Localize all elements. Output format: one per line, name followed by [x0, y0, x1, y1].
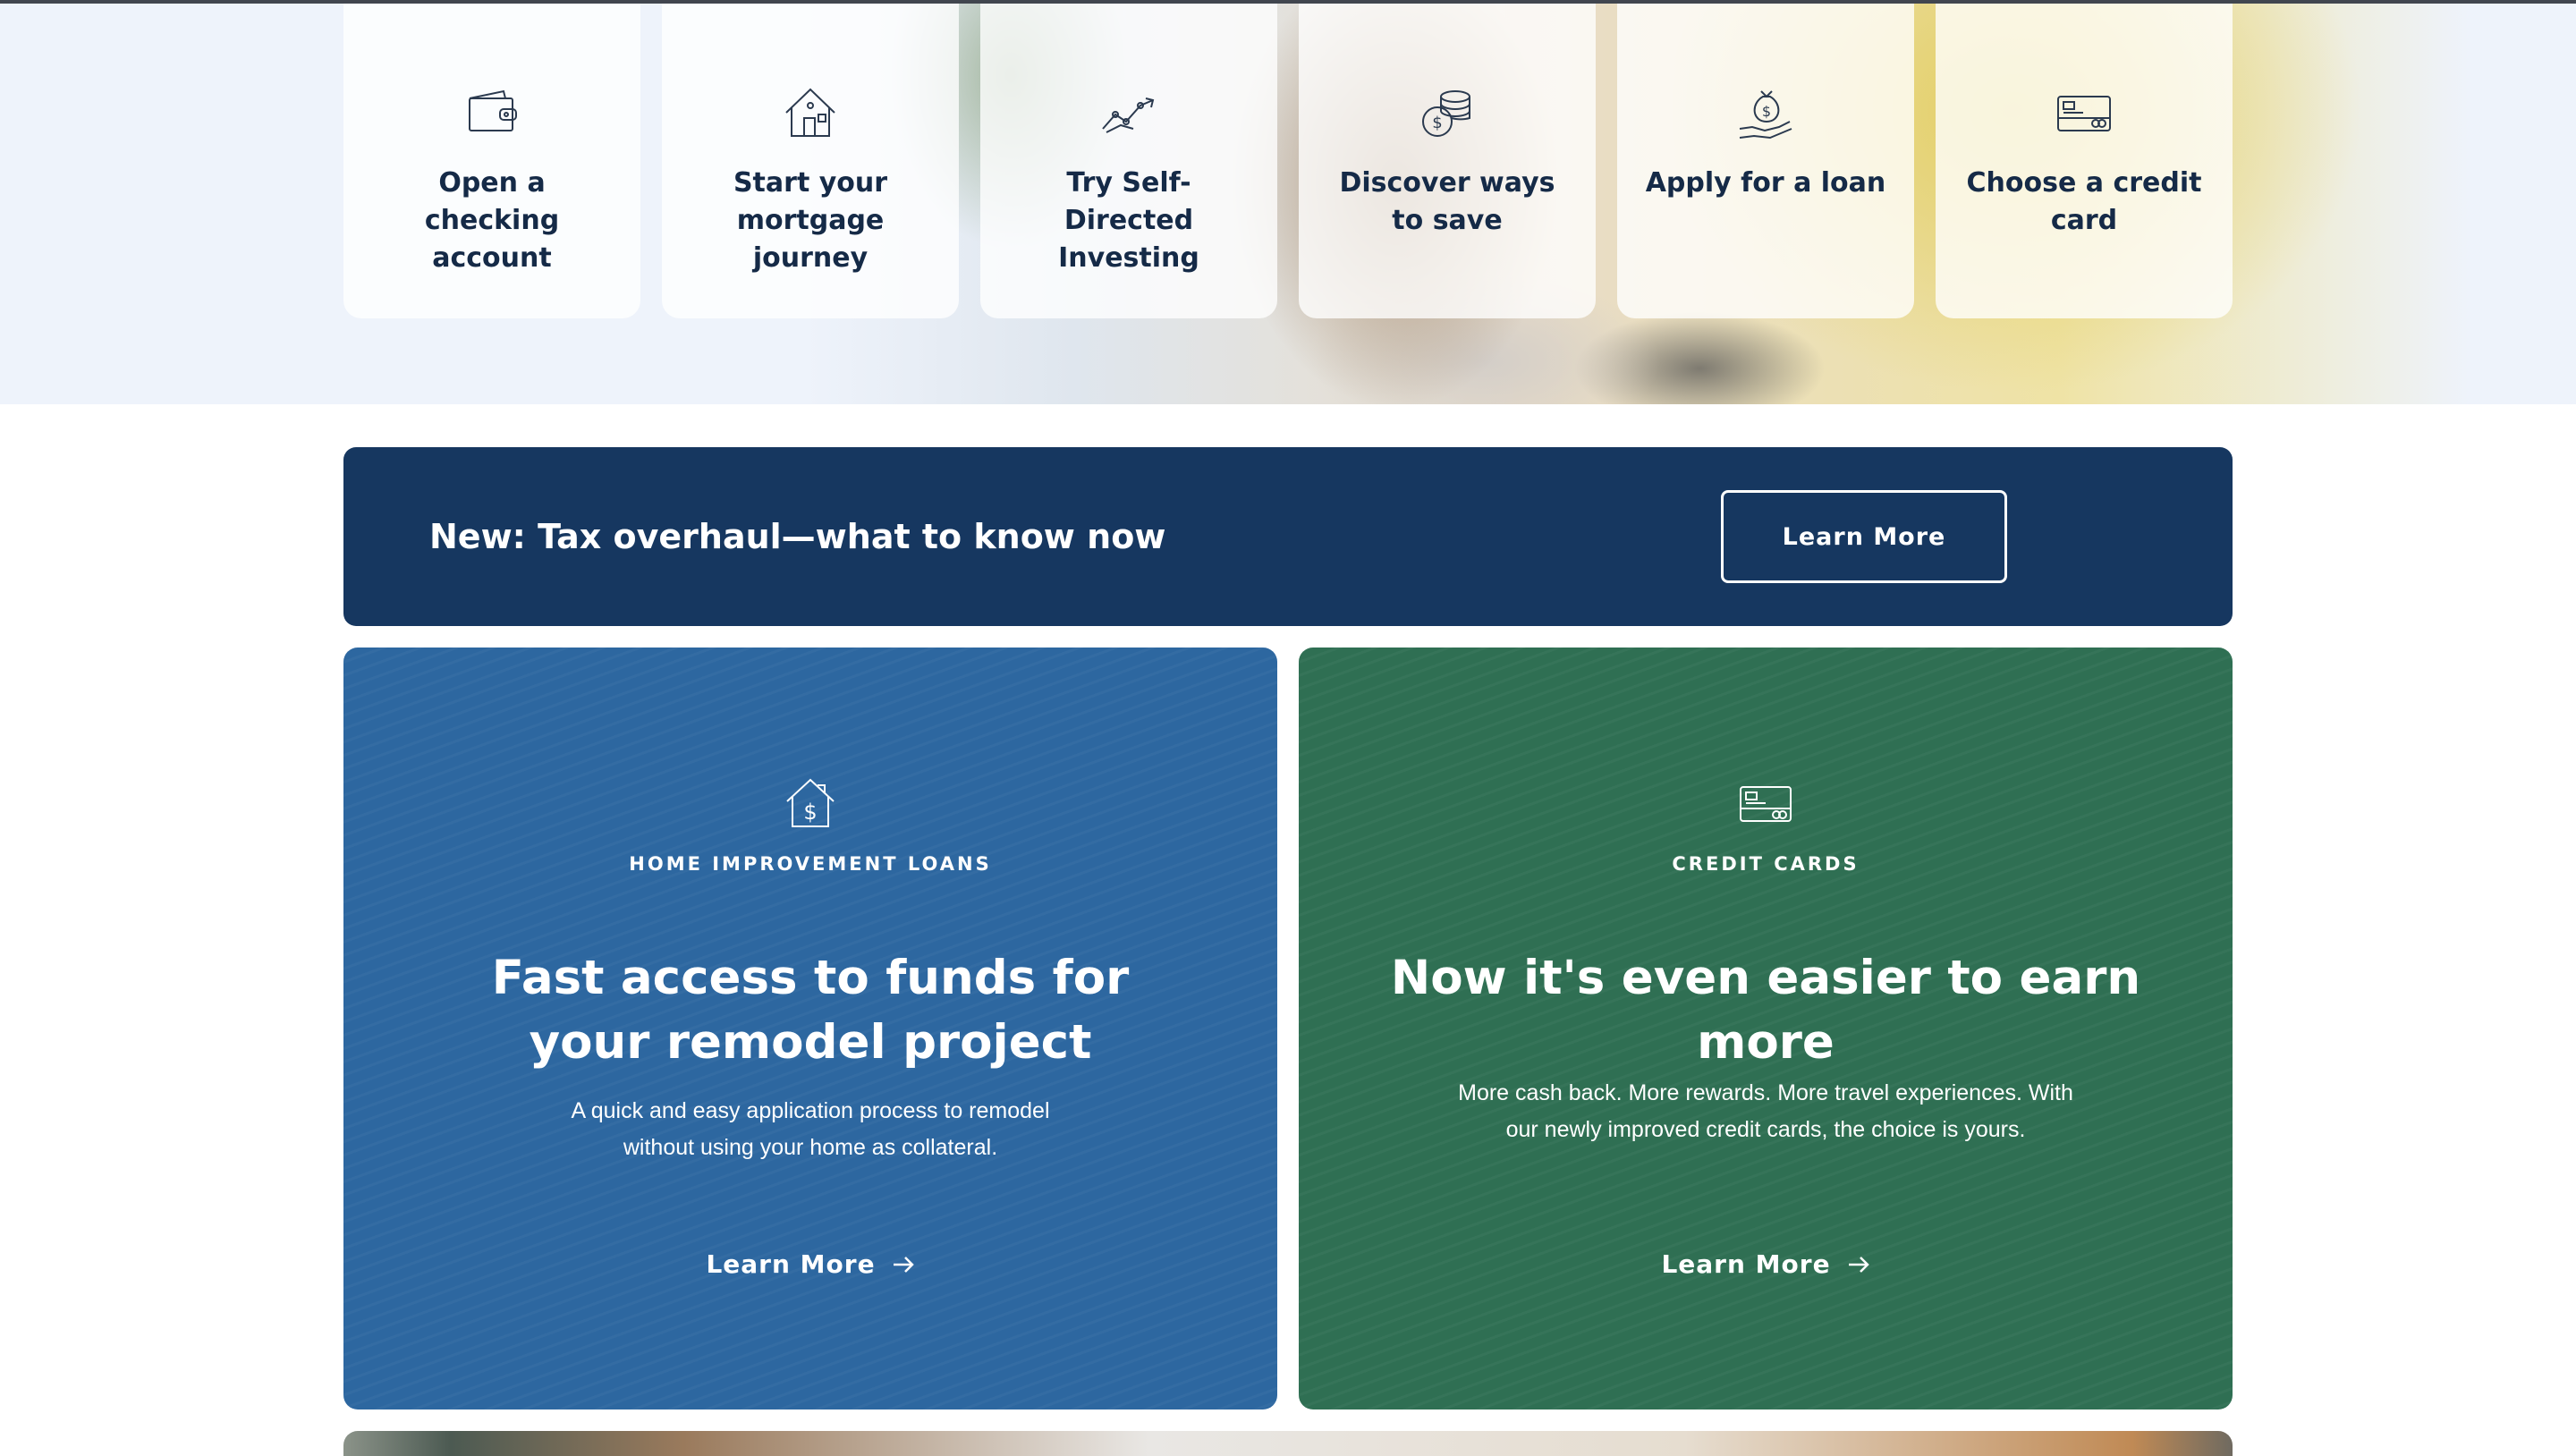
arrow-right-icon — [893, 1257, 914, 1273]
banner-title: New: Tax overhaul—what to know now — [429, 517, 1166, 556]
money-bag-hand-icon: $ — [1739, 90, 1792, 140]
quick-link-mortgage[interactable]: Start your mortgage journey — [662, 4, 959, 318]
quick-link-label: Choose a credit card — [1966, 167, 2202, 236]
credit-card-icon — [1740, 786, 1792, 822]
hero-quick-links: Open a checking account Start your mortg… — [0, 4, 2576, 404]
card-learn-more-link[interactable]: Learn More — [343, 1247, 1277, 1282]
card-description: More cash back. More rewards. More trave… — [1458, 1080, 2073, 1142]
card-heading: Fast access to funds for your remodel pr… — [491, 951, 1130, 1070]
house-dollar-icon: $ — [786, 778, 835, 827]
svg-text:$: $ — [803, 800, 817, 825]
learn-more-label: Learn More — [706, 1249, 876, 1279]
quick-link-label: Discover ways to save — [1339, 167, 1555, 236]
coins-icon: $ — [1422, 90, 1470, 137]
quick-link-label: Start your mortgage journey — [733, 167, 888, 274]
credit-card-icon — [2057, 96, 2111, 131]
quick-link-save[interactable]: $ Discover ways to save — [1299, 4, 1596, 318]
quick-link-label: Try Self-Directed Investing — [1058, 167, 1199, 274]
arrow-right-icon — [1848, 1257, 1869, 1273]
promo-card-credit-cards: CREDIT CARDS Now it's even easier to ear… — [1299, 648, 2233, 1409]
quick-links-row: Open a checking account Start your mortg… — [343, 4, 2233, 318]
quick-link-loan[interactable]: $ Apply for a loan — [1617, 4, 1914, 318]
card-eyebrow: HOME IMPROVEMENT LOANS — [629, 853, 992, 875]
svg-text:$: $ — [1432, 114, 1442, 132]
learn-more-label: Learn More — [1661, 1249, 1831, 1279]
wallet-icon — [469, 89, 517, 131]
promo-card-home-improvement: $ HOME IMPROVEMENT LOANS Fast access to … — [343, 648, 1277, 1409]
house-icon — [785, 88, 835, 137]
quick-link-investing[interactable]: Try Self-Directed Investing — [980, 4, 1277, 318]
card-learn-more-link[interactable]: Learn More — [1299, 1247, 2233, 1282]
svg-text:$: $ — [1762, 103, 1771, 120]
next-section-image — [343, 1431, 2233, 1456]
tax-banner: New: Tax overhaul—what to know now Learn… — [343, 447, 2233, 626]
card-heading: Now it's even easier to earn more — [1390, 951, 2141, 1070]
quick-link-label: Open a checking account — [424, 167, 560, 274]
quick-link-checking[interactable]: Open a checking account — [343, 4, 640, 318]
card-description: A quick and easy application process to … — [571, 1098, 1050, 1160]
card-eyebrow: CREDIT CARDS — [1672, 853, 1860, 875]
quick-link-label: Apply for a loan — [1645, 167, 1886, 199]
quick-link-credit-card[interactable]: Choose a credit card — [1936, 4, 2233, 318]
trend-chart-icon — [1102, 97, 1155, 133]
banner-learn-more-button[interactable]: Learn More — [1721, 490, 2007, 583]
